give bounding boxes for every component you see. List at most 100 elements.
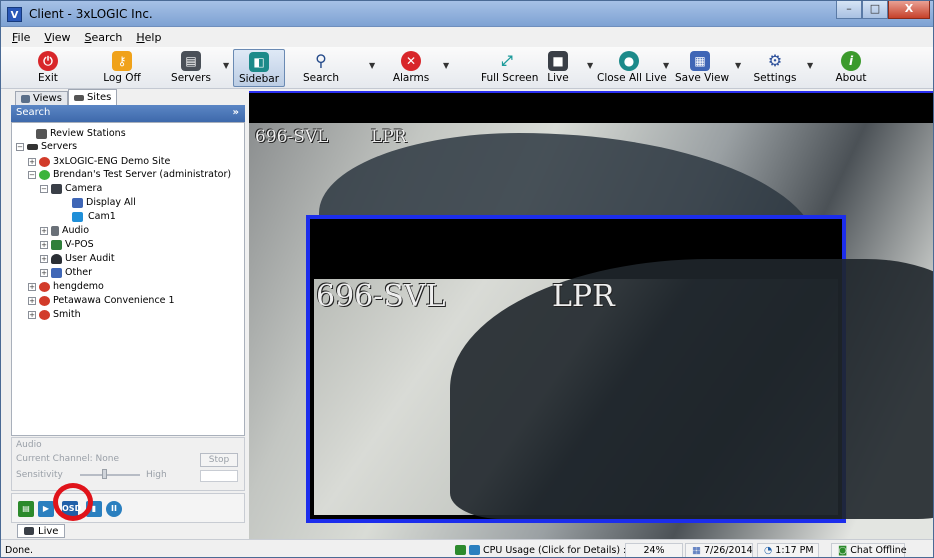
window-title: Client - 3xLOGIC Inc. [29, 7, 153, 21]
save-view-button[interactable]: ▦ Save View [675, 49, 729, 87]
expand-icon[interactable]: + [40, 226, 48, 235]
about-button[interactable]: i About [833, 49, 869, 87]
views-icon [21, 94, 30, 103]
tree-item-vpos[interactable]: + V-POS [40, 238, 94, 251]
full-screen-button[interactable]: ⤢ Full Screen [481, 49, 538, 87]
collapse-icon[interactable]: − [28, 170, 36, 179]
search-panel-header[interactable]: Search » [11, 105, 245, 122]
server-offline-icon [39, 156, 50, 167]
minimize-button[interactable]: – [836, 1, 862, 19]
menu-file[interactable]: File [5, 31, 37, 44]
tree-item-hengdemo[interactable]: + hengdemo [28, 280, 104, 293]
expand-icon[interactable]: + [40, 268, 48, 277]
settings-dropdown-icon[interactable]: ▼ [807, 61, 813, 70]
tree-item-audio[interactable]: + Audio [40, 224, 89, 237]
tab-views[interactable]: Views [15, 91, 68, 105]
tree-item-cam1[interactable]: Cam1 [72, 210, 118, 223]
alarms-button[interactable]: ✕ Alarms [389, 49, 433, 87]
server-offline-icon [39, 309, 50, 320]
expand-icon[interactable]: + [28, 310, 36, 319]
speaker-icon [51, 225, 59, 236]
close-all-dropdown-icon[interactable]: ▼ [663, 61, 669, 70]
close-circle-icon: ● [619, 51, 639, 71]
tab-sites[interactable]: Sites [67, 89, 118, 105]
zoom-inset-view[interactable]: 696-SVL LPR [306, 215, 933, 523]
cpu-value: 24% [625, 543, 683, 557]
overlay-lpr-text: LPR [371, 127, 407, 147]
sidebar-button[interactable]: ◧ Sidebar [233, 49, 285, 87]
menu-view[interactable]: View [37, 31, 77, 44]
status-date: ▦ 7/26/2014 [685, 543, 753, 557]
grid-view-icon [72, 197, 83, 208]
stop-audio-button[interactable]: Stop [200, 453, 238, 467]
sensitivity-slider-thumb[interactable] [102, 469, 107, 479]
tree-item-demo-site[interactable]: + 3xLOGIC-ENG Demo Site [28, 155, 170, 168]
tree-item-smith[interactable]: + Smith [28, 308, 81, 321]
exit-button[interactable]: ⏻ Exit [31, 49, 65, 87]
sensitivity-slider-track[interactable] [80, 474, 140, 476]
expand-icon[interactable]: + [28, 157, 36, 166]
overlay-plate-text: 696-SVL [255, 127, 329, 147]
server-icon: ▤ [181, 51, 201, 71]
expand-icon[interactable]: + [40, 254, 48, 263]
log-off-button[interactable]: ⚷ Log Off [101, 49, 143, 87]
menu-bar: File View Search Help [1, 27, 933, 47]
save-view-icon: ▦ [690, 51, 710, 71]
expand-icon[interactable]: + [28, 296, 36, 305]
audio-heading: Audio [16, 440, 42, 450]
chat-status[interactable]: ◙ Chat Offline [831, 543, 907, 557]
pause-icon[interactable]: II [106, 501, 122, 517]
video-viewport[interactable]: 696-SVL LPR 696-SVL LPR [249, 91, 933, 539]
inset-lpr-text: LPR [552, 279, 615, 314]
tree-item-camera[interactable]: − Camera [40, 182, 102, 195]
layout-icon[interactable]: ▤ [18, 501, 34, 517]
server-online-icon [39, 169, 50, 180]
tree-item-review-stations[interactable]: Review Stations [36, 127, 126, 140]
settings-button[interactable]: ⚙ Settings [753, 49, 797, 87]
view-controls-bar: ▤ ▶ OSD ▮ II [11, 493, 245, 523]
menu-help[interactable]: Help [129, 31, 168, 44]
tree-item-petawawa[interactable]: + Petawawa Convenience 1 [28, 294, 175, 307]
maximize-button[interactable]: □ [862, 1, 888, 19]
inset-car-body [450, 259, 933, 519]
close-window-button[interactable]: X [888, 1, 930, 19]
sites-icon [73, 94, 84, 101]
tab-live[interactable]: Live [17, 524, 66, 538]
menu-search[interactable]: Search [78, 31, 130, 44]
servers-dropdown-icon[interactable]: ▼ [223, 61, 229, 70]
window-controls: – □ X [836, 1, 930, 21]
servers-button[interactable]: ▤ Servers [171, 49, 211, 87]
tree-item-servers[interactable]: − Servers [16, 140, 77, 153]
key-icon: ⚷ [112, 51, 132, 71]
live-button[interactable]: ■ Live [543, 49, 573, 87]
servers-folder-icon [27, 143, 38, 150]
collapse-icon[interactable]: − [16, 142, 24, 151]
playback-icon[interactable]: ▶ [38, 501, 54, 517]
fullscreen-arrows-icon: ⤢ [501, 53, 513, 69]
alarms-dropdown-icon[interactable]: ▼ [443, 61, 449, 70]
review-station-icon [36, 128, 47, 139]
server-offline-icon [39, 281, 50, 292]
title-bar: V Client - 3xLOGIC Inc. – □ X [1, 1, 933, 27]
status-text: Done. [5, 544, 34, 556]
expand-chevron-icon[interactable]: » [233, 107, 239, 118]
audio-panel: Audio Current Channel: None Stop Sensiti… [11, 437, 245, 491]
search-button[interactable]: ⚲ Search [301, 49, 341, 87]
sensitivity-label: Sensitivity [16, 470, 63, 480]
gear-icon: ⚙ [767, 51, 783, 70]
search-dropdown-icon[interactable]: ▼ [369, 61, 375, 70]
site-tree: Review Stations − Servers + 3xLOGIC-ENG … [11, 122, 245, 436]
camera-icon [72, 211, 83, 222]
cpu-icon [469, 545, 480, 555]
cpu-usage[interactable]: CPU Usage (Click for Details) : [455, 543, 650, 557]
expand-icon[interactable]: + [28, 282, 36, 291]
expand-icon[interactable]: + [40, 240, 48, 249]
save-view-dropdown-icon[interactable]: ▼ [735, 61, 741, 70]
tree-item-user-audit[interactable]: + User Audit [40, 252, 115, 265]
tree-item-display-all[interactable]: Display All [72, 196, 136, 209]
tree-item-test-server[interactable]: − Brendan's Test Server (administrator) [28, 168, 231, 181]
live-dropdown-icon[interactable]: ▼ [587, 61, 593, 70]
close-all-live-button[interactable]: ● Close All Live [597, 49, 667, 87]
collapse-icon[interactable]: − [40, 184, 48, 193]
tree-item-other[interactable]: + Other [40, 266, 92, 279]
